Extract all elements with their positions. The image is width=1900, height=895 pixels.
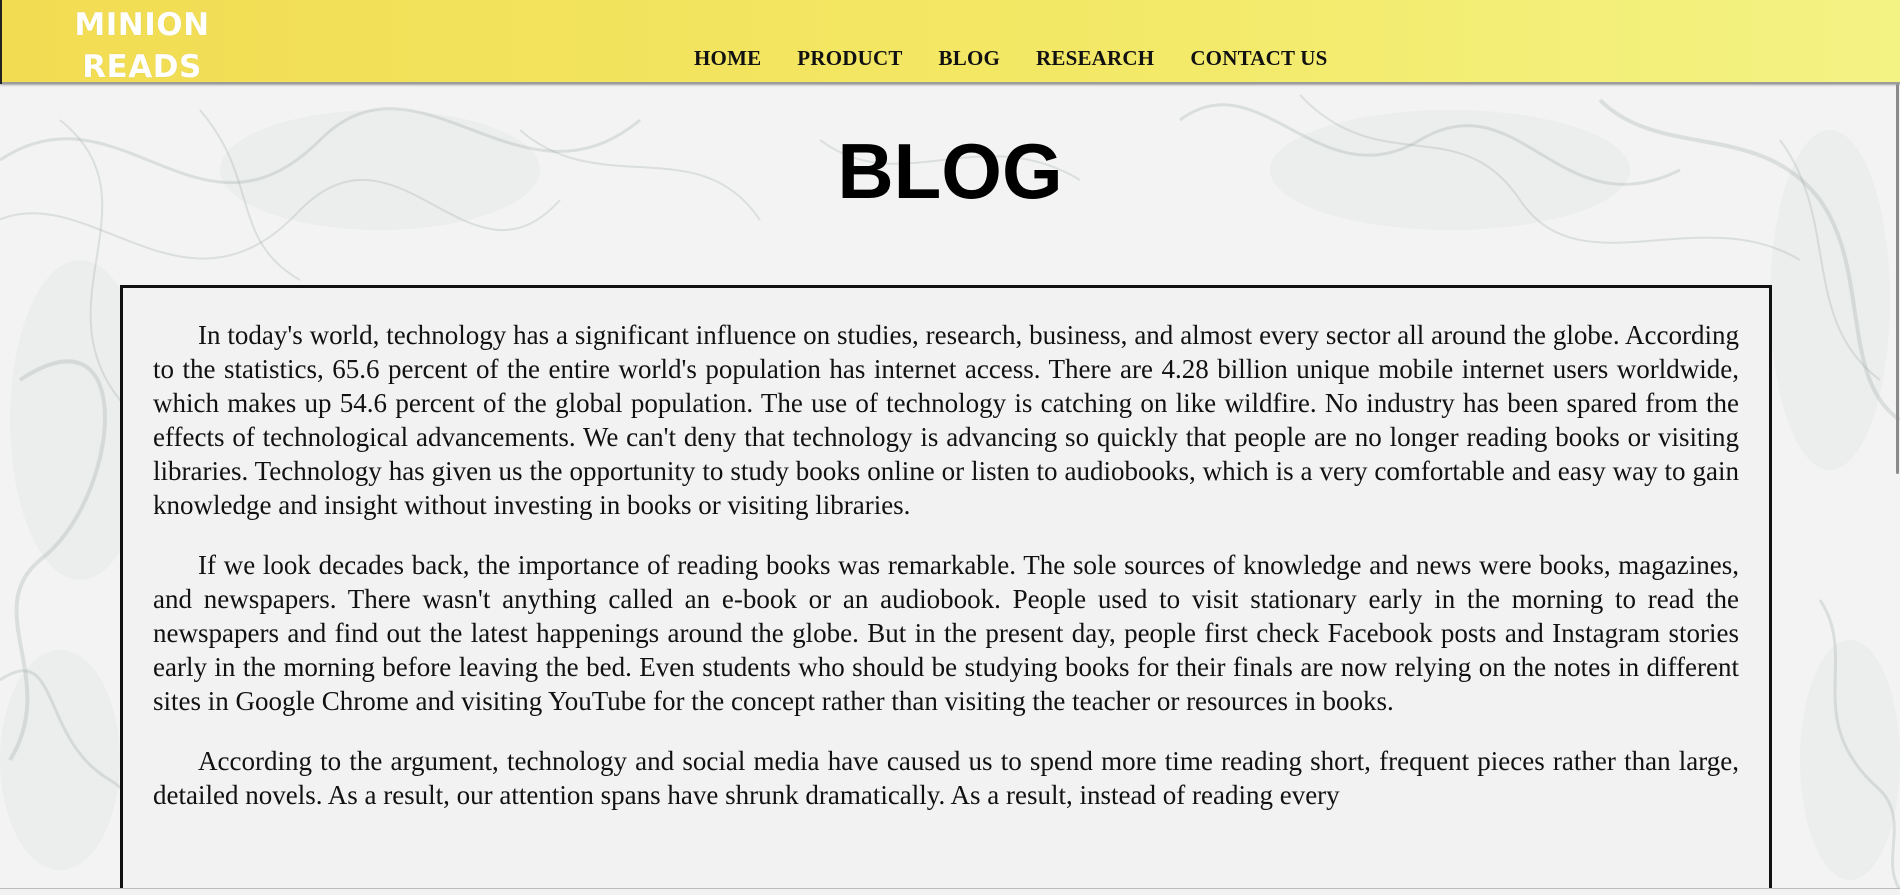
logo-line-1: MINION (74, 7, 210, 43)
horizontal-scrollbar-track (0, 888, 1900, 895)
article-paragraph-1: In today's world, technology has a signi… (153, 320, 1739, 520)
nav-contact-link[interactable]: CONTACT US (1190, 44, 1327, 72)
main-nav: HOME PRODUCT BLOG RESEARCH CONTACT US (694, 44, 1363, 72)
page-title: BLOG (837, 127, 1063, 215)
article-paragraph-2: If we look decades back, the importance … (153, 550, 1739, 716)
nav-product-link[interactable]: PRODUCT (797, 44, 902, 72)
site-logo[interactable]: MINION READS (62, 4, 222, 88)
site-header: MINION READS HOME PRODUCT BLOG RESEARCH … (0, 0, 1900, 85)
blog-article-box: In today's world, technology has a signi… (120, 285, 1772, 895)
nav-blog-link[interactable]: BLOG (939, 44, 1000, 72)
logo-line-2: READS (82, 49, 202, 85)
nav-home-link[interactable]: HOME (694, 44, 761, 72)
vertical-scrollbar[interactable] (1895, 0, 1900, 895)
scrollbar-thumb[interactable] (1896, 84, 1899, 474)
nav-research-link[interactable]: RESEARCH (1036, 44, 1154, 72)
article-paragraph-3: According to the argument, technology an… (153, 746, 1739, 810)
